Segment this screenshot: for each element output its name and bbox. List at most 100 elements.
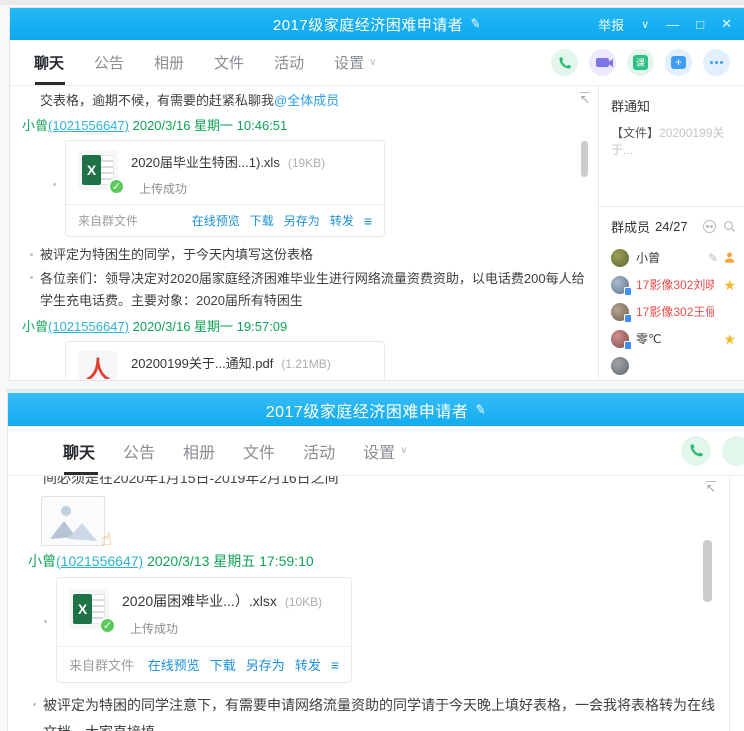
file-name[interactable]: 2020届困难毕业...）.xlsx [122,593,277,609]
edit-card-icon[interactable]: ✎ [708,251,718,265]
file-card-pdf: 人 ✓ 20200199关于...通知.pdf(1.21MB) 转发成功 来自群… [65,341,385,379]
group-chat-window-bottom: 2017级家庭经济困难申请者 ✎ 聊天 公告 相册 文件 活动 设置 ∨ [8,390,744,731]
sidebar-divider [729,476,730,731]
preview-link[interactable]: 在线预览 [148,655,200,674]
sender-uin[interactable]: (1021556647) [48,319,129,334]
skin-chevron-icon[interactable]: ∨ [641,18,649,31]
toolbar: 聊天 公告 相册 文件 活动 设置 ∨ [8,426,744,476]
file-menu-icon[interactable]: ≡ [331,659,339,671]
mobile-online-icon [624,341,632,350]
chevron-down-icon: ∨ [400,445,407,456]
tab-album[interactable]: 相册 [183,426,215,475]
mention-all[interactable]: @全体成员 [274,93,339,108]
group-class-icon[interactable]: 课 [627,49,654,76]
image-thumbnail[interactable]: ☝ [41,496,105,546]
message-sender: 小曾(1021556647) 2020/3/13 星期五 17:59:10 [28,551,744,571]
chat-message-area: ↖ 交表格，逾期不候，有需要的赶紧私聊我@全体成员 小曾(1021556647)… [10,86,598,379]
chat-scrollbar[interactable] [703,540,712,602]
clipped-message-text: 间必须是在2020年1月15日-2019年2月16日之间 [43,476,663,489]
file-name[interactable]: 20200199关于...通知.pdf [131,356,273,371]
titlebar[interactable]: 2017级家庭经济困难申请者 ✎ [8,390,744,426]
file-card-xlsx: X ✓ 2020届困难毕业...）.xlsx(10KB) 上传成功 来自群文件 … [56,577,352,683]
maximize-button[interactable]: □ [696,17,704,32]
anonymous-chat-icon[interactable] [703,220,716,233]
tab-announcement[interactable]: 公告 [94,40,124,85]
chevron-down-icon: ∨ [369,57,376,68]
message-text: 交表格，逾期不候，有需要的赶紧私聊我@全体成员 [40,91,592,111]
member-row[interactable] [611,352,736,379]
file-menu-icon[interactable]: ≡ [364,215,372,227]
sender-name: 小曾 [22,319,48,334]
more-icon[interactable] [703,49,730,76]
preview-link[interactable]: 在线预览 [192,212,240,229]
group-notice-panel[interactable]: 群通知 【文件】20200199关于... [599,86,744,207]
tab-files[interactable]: 文件 [214,40,244,85]
rename-icon[interactable]: ✎ [469,15,483,33]
sender-uin[interactable]: (1021556647) [56,553,143,569]
group-notice-item[interactable]: 【文件】20200199关于... [611,124,736,158]
member-avatar [611,330,629,348]
tab-settings[interactable]: 设置 ∨ [334,40,376,85]
report-button[interactable]: 举报 [598,15,624,34]
tab-album[interactable]: 相册 [154,40,184,85]
group-sidebar: 群通知 【文件】20200199关于... 群成员 24/27 [598,86,744,379]
close-button[interactable]: ✕ [721,16,732,32]
video-call-icon[interactable] [722,436,744,466]
mobile-online-icon [624,314,632,323]
download-link[interactable]: 下载 [210,655,236,674]
excel-file-icon: X ✓ [78,150,118,190]
upload-status: 上传成功 [139,180,372,197]
member-row[interactable]: 17影像302王俪钦 [611,298,736,325]
member-avatar [611,276,629,294]
pdf-file-icon: 人 ✓ [78,351,118,379]
message-sender: 小曾(1021556647) 2020/3/16 星期一 10:46:51 [22,115,598,134]
file-size: (10KB) [285,595,322,609]
voice-call-icon[interactable] [681,436,711,466]
message-text: 各位亲们：领导决定对2020届家庭经济困难毕业生进行网络流量资费资助，以电话费2… [40,268,592,312]
upload-status: 上传成功 [130,620,339,637]
tab-chat[interactable]: 聊天 [34,40,64,85]
hand-cursor-icon: ☝ [101,529,112,550]
tab-activity[interactable]: 活动 [274,40,304,85]
collapse-sidebar-icon[interactable]: ↖ [706,481,716,494]
forward-link[interactable]: 转发 [330,212,354,229]
rename-icon[interactable]: ✎ [474,401,488,419]
forward-link[interactable]: 转发 [295,655,321,674]
tab-activity[interactable]: 活动 [303,426,335,475]
minimize-button[interactable]: — [666,17,679,32]
mobile-online-icon [624,287,632,296]
voice-call-icon[interactable] [551,49,578,76]
owner-person-icon [723,251,736,264]
desktop: 2017级家庭经济困难申请者 ✎ 举报 ∨ — □ ✕ 聊天 公告 相册 文件 … [0,0,744,731]
window-title: 2017级家庭经济困难申请者 [266,398,469,422]
message-text: 被评定为特困生的同学，于今天内填写这份表格 [40,245,592,265]
message-sender: 小曾(1021556647) 2020/3/16 星期一 19:57:09 [22,316,598,335]
chat-scrollbar[interactable] [581,141,588,177]
tab-settings[interactable]: 设置 ∨ [363,426,407,475]
sender-name: 小曾 [28,553,56,569]
member-avatar [611,357,629,375]
sender-uin[interactable]: (1021556647) [48,118,129,133]
message-timestamp: 2020/3/16 星期一 10:46:51 [133,118,288,133]
download-link[interactable]: 下载 [250,212,274,229]
save-as-link[interactable]: 另存为 [284,212,320,229]
tab-chat[interactable]: 聊天 [63,426,95,475]
save-as-link[interactable]: 另存为 [246,655,285,674]
window-title: 2017级家庭经济困难申请者 [273,14,463,35]
member-row[interactable]: 零℃ ★ [611,325,736,352]
member-row[interactable]: 17影像302刘晓 ★ [611,271,736,298]
tab-announcement[interactable]: 公告 [123,426,155,475]
member-list-panel: 群成员 24/27 小曾 ✎ [599,207,744,379]
titlebar[interactable]: 2017级家庭经济困难申请者 ✎ 举报 ∨ — □ ✕ [10,8,744,40]
member-avatar [611,249,629,267]
video-call-icon[interactable] [589,49,616,76]
tab-files[interactable]: 文件 [243,426,275,475]
launch-app-icon[interactable]: + [665,49,692,76]
message-timestamp: 2020/3/13 星期五 17:59:10 [147,553,314,569]
file-name[interactable]: 2020届毕业生特困...1).xls [131,155,280,170]
file-card-xls: X ✓ 2020届毕业生特困...1).xls(19KB) 上传成功 来自群文件… [65,140,385,237]
search-members-icon[interactable] [723,220,736,233]
chat-message-area: ↖ 间必须是在2020年1月15日-2019年2月16日之间 ☝ 小曾(1021… [8,476,744,731]
toolbar: 聊天 公告 相册 文件 活动 设置 ∨ 课 + [10,40,744,86]
member-row[interactable]: 小曾 ✎ [611,244,736,271]
